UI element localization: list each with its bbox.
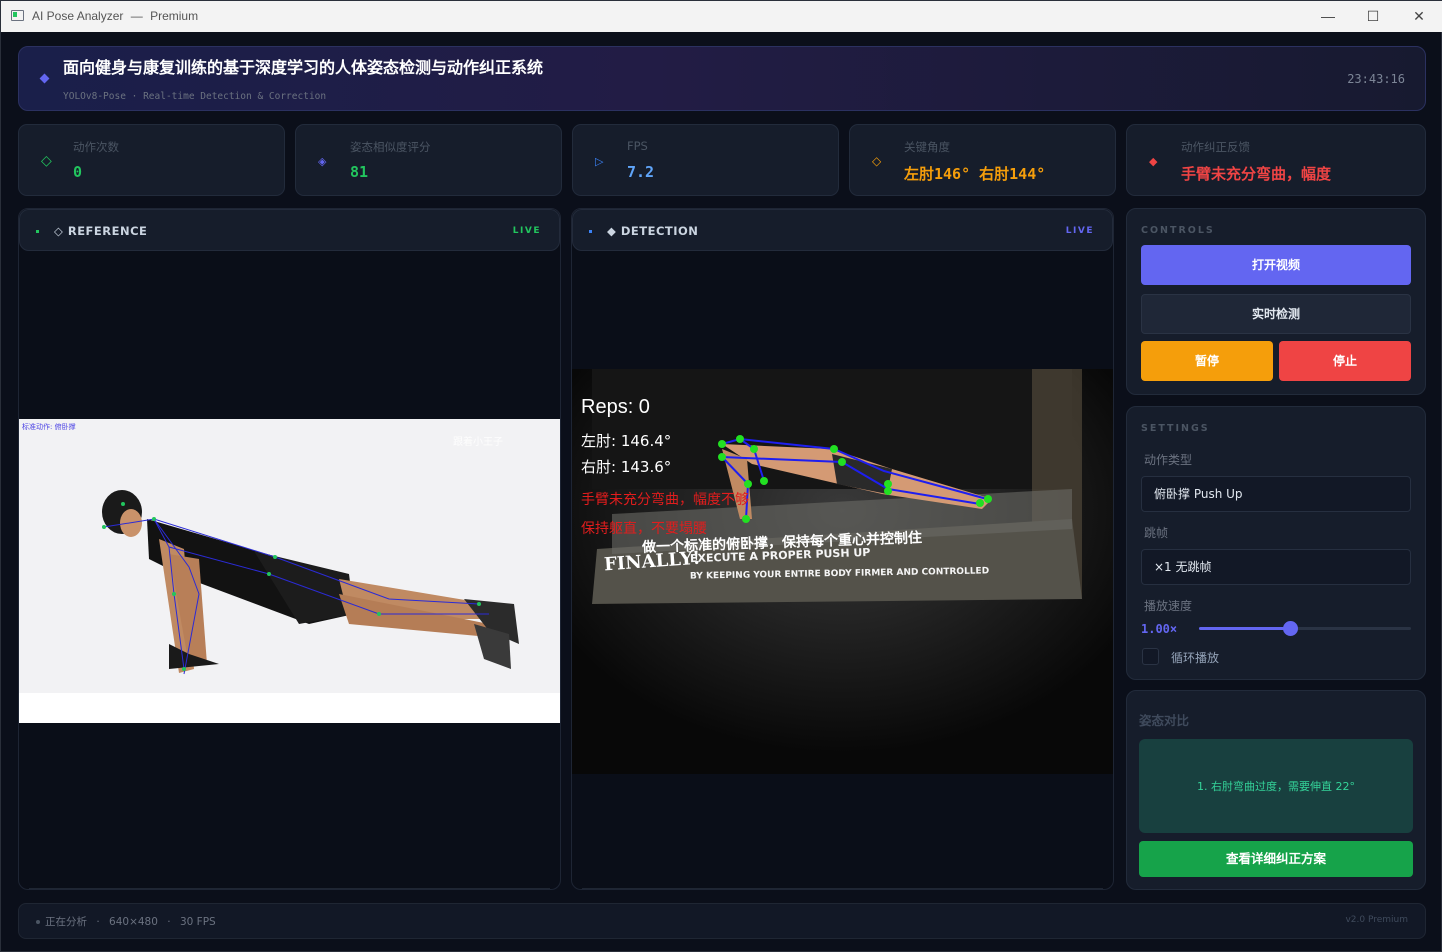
diamond-target-icon: ◈ xyxy=(318,155,327,168)
stat-value: 手臂未充分弯曲，幅度 xyxy=(1181,165,1332,183)
pause-button[interactable]: 暂停 xyxy=(1141,341,1273,381)
reference-video: 标准动作: 俯卧撑 跟着小王子 xyxy=(19,419,560,723)
horizontal-scrollbar[interactable] xyxy=(29,888,550,889)
frame-skip-select[interactable]: ×1 无跳帧 xyxy=(1141,549,1411,585)
stat-card-feedback: ◆ 动作纠正反馈 手臂未充分弯曲，幅度 xyxy=(1126,124,1426,196)
loop-label: 循环播放 xyxy=(1171,651,1220,665)
detection-panel-header: ◆ DETECTION LIVE xyxy=(572,209,1113,251)
stat-label: 关键角度 xyxy=(904,140,950,154)
feedback-overlay-2: 保持躯直，不要塌腰 xyxy=(581,521,707,537)
stat-value: 左肘146° 右肘144° xyxy=(904,165,1046,183)
speed-slider-fill xyxy=(1199,627,1291,630)
header-diamond-icon xyxy=(39,73,50,84)
page-title: 面向健身与康复训练的基于深度学习的人体姿态检测与动作纠正系统 xyxy=(63,58,544,77)
close-button[interactable]: ✕ xyxy=(1404,5,1434,27)
speed-value: 1.00× xyxy=(1141,622,1178,636)
stat-value: 7.2 xyxy=(627,163,655,181)
controls-section-title: CONTROLS xyxy=(1141,225,1215,236)
status-dot-icon xyxy=(36,920,40,924)
stat-card-similarity: ◈ 姿态相似度评分 81 xyxy=(295,124,562,196)
action-type-select[interactable]: 俯卧撑 Push Up xyxy=(1141,476,1411,512)
status-fps: 30 FPS xyxy=(179,916,216,928)
compare-message-box: 1. 右肘弯曲过度，需要伸直 22° xyxy=(1139,739,1413,833)
realtime-detect-button[interactable]: 实时检测 xyxy=(1141,294,1411,334)
minimize-button[interactable]: — xyxy=(1313,5,1343,27)
view-correction-button[interactable]: 查看详细纠正方案 xyxy=(1139,841,1413,877)
panel-title: ◆ DETECTION xyxy=(607,224,699,238)
status-bar: 正在分析 · 640×480 · 30 FPS v2.0 Premium xyxy=(18,903,1426,939)
left-elbow-overlay: 左肘: 146.4° xyxy=(581,432,672,450)
controls-card: CONTROLS 打开视频 实时检测 暂停 停止 xyxy=(1126,208,1426,395)
reference-panel: ◇ REFERENCE LIVE 标准动作: 俯卧撑 跟着小王子 xyxy=(18,208,561,890)
diamond-filled-icon: ◆ xyxy=(1149,155,1158,168)
reps-overlay: Reps: 0 xyxy=(581,396,650,418)
right-elbow-overlay: 右肘: 143.6° xyxy=(581,458,672,476)
compare-section-title: 姿态对比 xyxy=(1139,713,1190,728)
stat-card-reps: ◇ 动作次数 0 xyxy=(18,124,285,196)
settings-section-title: SETTINGS xyxy=(1141,423,1210,434)
title-bar: AI Pose Analyzer — Premium — ☐ ✕ xyxy=(1,1,1442,32)
settings-card: SETTINGS 动作类型 俯卧撑 Push Up 跳帧 ×1 无跳帧 播放速度… xyxy=(1126,406,1426,680)
maximize-button[interactable]: ☐ xyxy=(1358,5,1388,27)
action-type-label: 动作类型 xyxy=(1144,453,1193,467)
version-label: v2.0 Premium xyxy=(1345,915,1408,925)
status-dot-icon xyxy=(36,230,39,233)
app-icon xyxy=(11,10,24,21)
stat-card-fps: ▷ FPS 7.2 xyxy=(572,124,839,196)
stat-value: 0 xyxy=(73,163,83,181)
window-title: AI Pose Analyzer — Premium xyxy=(32,9,199,23)
status-text: 正在分析 · 640×480 · 30 FPS xyxy=(45,916,216,928)
panel-title: ◇ REFERENCE xyxy=(54,224,148,238)
live-badge: LIVE xyxy=(512,226,541,236)
open-video-button[interactable]: 打开视频 xyxy=(1141,245,1411,285)
speed-slider[interactable] xyxy=(1199,621,1411,636)
compare-message: 1. 右肘弯曲过度，需要伸直 22° xyxy=(1197,780,1355,793)
feedback-overlay-1: 手臂未充分弯曲，幅度不够 xyxy=(581,492,749,508)
stat-label: 动作纠正反馈 xyxy=(1181,140,1250,154)
reference-panel-header: ◇ REFERENCE LIVE xyxy=(19,209,560,251)
live-badge: LIVE xyxy=(1065,226,1094,236)
header-banner: 面向健身与康复训练的基于深度学习的人体姿态检测与动作纠正系统 YOLOv8-Po… xyxy=(18,46,1426,111)
diamond-outline-icon: ◇ xyxy=(872,154,882,168)
status-resolution: 640×480 xyxy=(109,916,158,928)
horizontal-scrollbar[interactable] xyxy=(582,888,1103,889)
diamond-outline-icon: ◇ xyxy=(41,153,52,169)
status-dot-icon xyxy=(589,230,592,233)
speed-label: 播放速度 xyxy=(1144,599,1193,613)
pose-compare-card: 姿态对比 1. 右肘弯曲过度，需要伸直 22° 查看详细纠正方案 xyxy=(1126,690,1426,890)
speed-slider-thumb[interactable] xyxy=(1283,621,1299,636)
stat-label: 动作次数 xyxy=(73,140,119,154)
stop-button[interactable]: 停止 xyxy=(1279,341,1411,381)
reference-pose-figure xyxy=(19,490,560,723)
loop-checkbox[interactable] xyxy=(1142,648,1159,665)
detection-panel: ◆ DETECTION LIVE 做一个标准的俯卧撑，保持每个重心并控制住 FI… xyxy=(571,208,1114,890)
stat-label: 姿态相似度评分 xyxy=(350,140,431,154)
page-subtitle: YOLOv8-Pose · Real-time Detection & Corr… xyxy=(63,91,327,102)
frame-skip-label: 跳帧 xyxy=(1144,526,1169,540)
status-state: 正在分析 xyxy=(45,916,87,928)
app-window: AI Pose Analyzer — Premium — ☐ ✕ 面向健身与康复… xyxy=(0,0,1442,952)
stat-label: FPS xyxy=(627,139,648,153)
clock: 23:43:16 xyxy=(1347,72,1405,86)
play-triangle-icon: ▷ xyxy=(595,155,604,168)
stat-card-angles: ◇ 关键角度 左肘146° 右肘144° xyxy=(849,124,1116,196)
stat-value: 81 xyxy=(350,163,369,181)
detection-video: 做一个标准的俯卧撑，保持每个重心并控制住 FINALLY! EXECUTE A … xyxy=(572,369,1113,774)
